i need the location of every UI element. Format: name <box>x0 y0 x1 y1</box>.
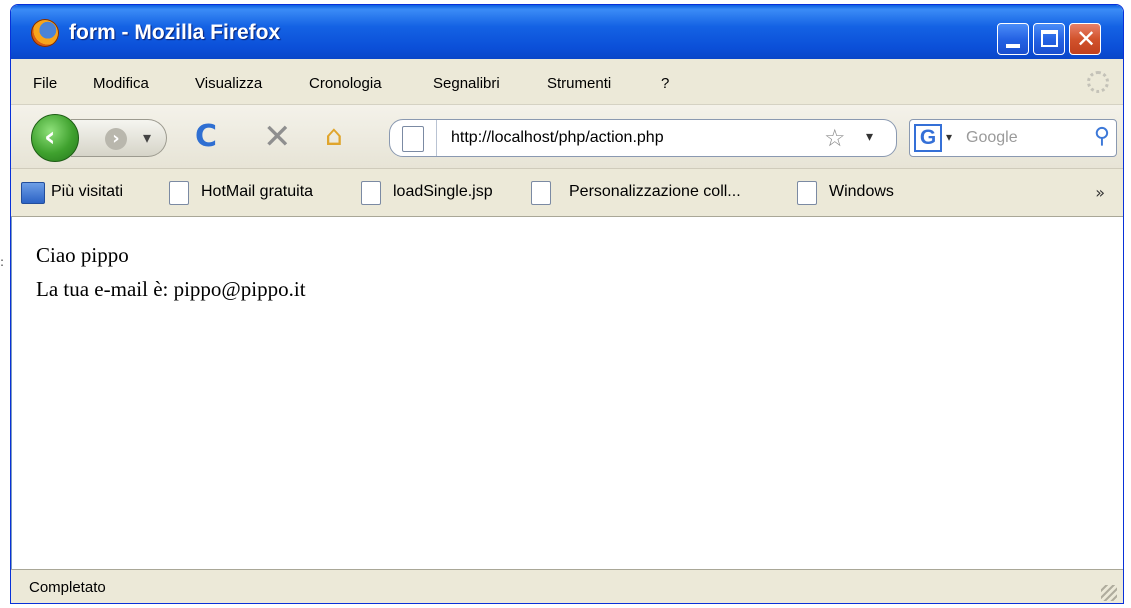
url-input[interactable] <box>436 120 796 156</box>
menu-bar: File Modifica Visualizza Cronologia Segn… <box>11 59 1123 105</box>
search-bar[interactable]: G ▾ ⚲ <box>909 119 1117 157</box>
menu-modifica[interactable]: Modifica <box>93 75 149 92</box>
close-icon: ✕ <box>1076 25 1097 53</box>
throbber-icon <box>1087 71 1109 93</box>
home-icon[interactable]: ⌂ <box>325 119 343 152</box>
menu-cronologia[interactable]: Cronologia <box>309 75 382 92</box>
firefox-logo-icon <box>31 19 59 47</box>
title-bar[interactable]: form - Mozilla Firefox ✕ <box>11 5 1123 59</box>
minimize-button[interactable] <box>997 23 1029 55</box>
page-icon <box>402 126 424 152</box>
forward-arrow-icon: › <box>105 128 127 150</box>
menu-help[interactable]: ? <box>661 75 669 92</box>
status-text: Completato <box>29 579 106 596</box>
bookmarks-overflow-chevron-icon[interactable]: » <box>1095 183 1105 202</box>
menu-strumenti[interactable]: Strumenti <box>547 75 611 92</box>
address-bar[interactable]: ☆ ▾ <box>389 119 897 157</box>
browser-window: form - Mozilla Firefox ✕ File Modifica V… <box>10 4 1124 604</box>
search-input[interactable] <box>966 120 1076 156</box>
bookmark-windows[interactable]: Windows <box>829 183 894 201</box>
bookmark-loadsingle[interactable]: loadSingle.jsp <box>393 183 493 201</box>
forward-button[interactable]: › ▾ <box>71 119 167 157</box>
stop-icon[interactable]: ✕ <box>263 117 292 157</box>
page-content: Ciao pippo La tua e-mail è: pippo@pippo.… <box>11 217 1123 569</box>
navigation-toolbar: › ▾ ‹ C ✕ ⌂ ☆ ▾ G ▾ ⚲ <box>11 105 1123 169</box>
page-icon <box>797 181 817 205</box>
maximize-icon <box>1041 30 1058 47</box>
greeting-text: Ciao pippo <box>36 243 129 267</box>
url-dropdown-icon[interactable]: ▾ <box>866 129 873 145</box>
bookmark-star-icon[interactable]: ☆ <box>824 124 846 152</box>
status-bar: Completato <box>11 569 1123 603</box>
email-text: La tua e-mail è: pippo@pippo.it <box>36 277 306 301</box>
close-button[interactable]: ✕ <box>1069 23 1101 55</box>
maximize-button[interactable] <box>1033 23 1065 55</box>
bookmark-hotmail[interactable]: HotMail gratuita <box>201 183 313 201</box>
page-icon <box>531 181 551 205</box>
history-dropdown-icon[interactable]: ▾ <box>143 128 151 147</box>
menu-segnalibri[interactable]: Segnalibri <box>433 75 500 92</box>
back-arrow-icon: ‹ <box>44 120 56 153</box>
back-button[interactable]: ‹ <box>31 114 79 162</box>
minimize-icon <box>1006 44 1020 48</box>
bookmark-piu-visitati[interactable]: Più visitati <box>51 183 123 201</box>
edge-artifact: : <box>0 255 5 269</box>
bookmark-personalizzazione[interactable]: Personalizzazione coll... <box>569 183 741 201</box>
page-icon <box>361 181 381 205</box>
bookmarks-toolbar: Più visitati HotMail gratuita loadSingle… <box>11 169 1123 217</box>
search-icon[interactable]: ⚲ <box>1094 124 1110 149</box>
page-icon <box>169 181 189 205</box>
most-visited-icon <box>21 182 45 204</box>
menu-visualizza[interactable]: Visualizza <box>195 75 262 92</box>
search-engine-dropdown-icon[interactable]: ▾ <box>946 130 952 144</box>
window-title: form - Mozilla Firefox <box>69 21 281 44</box>
menu-file[interactable]: File <box>33 75 57 92</box>
google-engine-icon[interactable]: G <box>914 124 942 152</box>
reload-icon[interactable]: C <box>195 119 217 154</box>
resize-grip-icon[interactable] <box>1101 585 1117 601</box>
